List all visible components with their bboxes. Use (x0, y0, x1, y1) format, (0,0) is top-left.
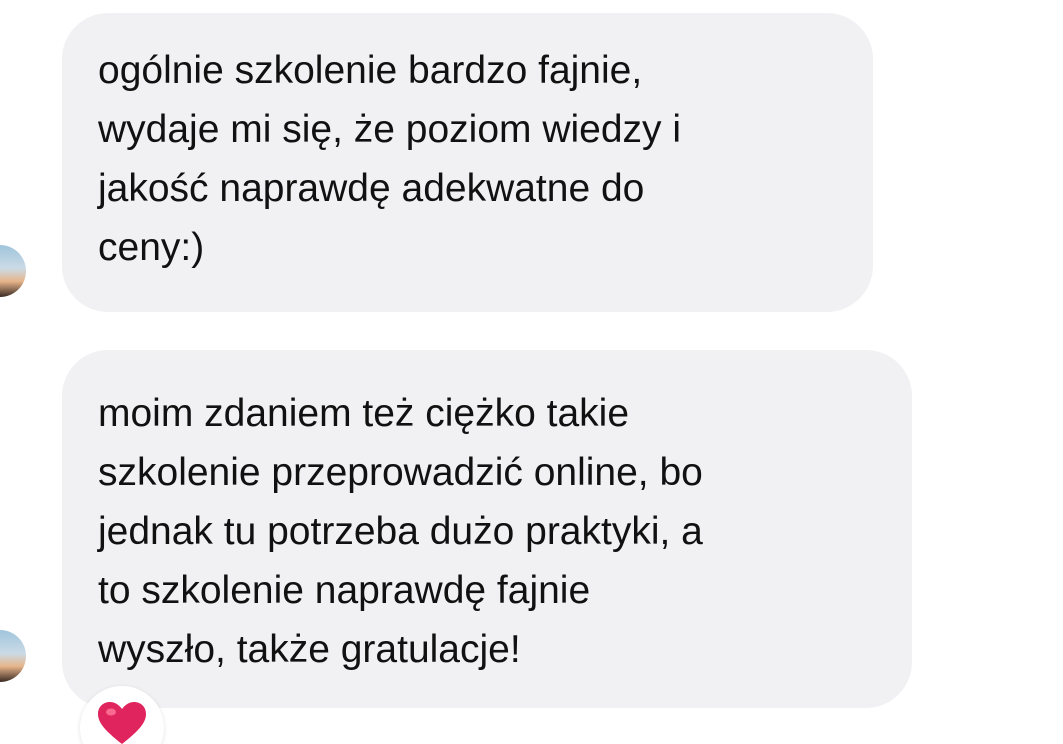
chat-conversation: ogólnie szkolenie bardzo fajnie, wydaje … (0, 0, 1063, 744)
sender-avatar[interactable] (0, 630, 26, 682)
heart-icon (98, 702, 146, 744)
message-line: moim zdaniem też ciężko takie (98, 392, 630, 435)
message-line: wydaje mi się, że poziom wiedzy i (98, 108, 682, 151)
message-bubble[interactable]: moim zdaniem też ciężko takie szkolenie … (62, 350, 912, 708)
message-line: jakość naprawdę adekwatne do (98, 167, 645, 210)
message-line: szkolenie przeprowadzić online, bo (98, 451, 703, 494)
message-line: ceny:) (98, 226, 205, 269)
message-line: jednak tu potrzeba dużo praktyki, a (98, 510, 703, 553)
sender-avatar[interactable] (0, 245, 26, 297)
message-line: to szkolenie naprawdę fajnie (98, 569, 591, 612)
message-line: wyszło, także gratulacje! (98, 628, 521, 671)
message-line: ogólnie szkolenie bardzo fajnie, (98, 49, 643, 92)
message-bubble[interactable]: ogólnie szkolenie bardzo fajnie, wydaje … (62, 13, 873, 312)
